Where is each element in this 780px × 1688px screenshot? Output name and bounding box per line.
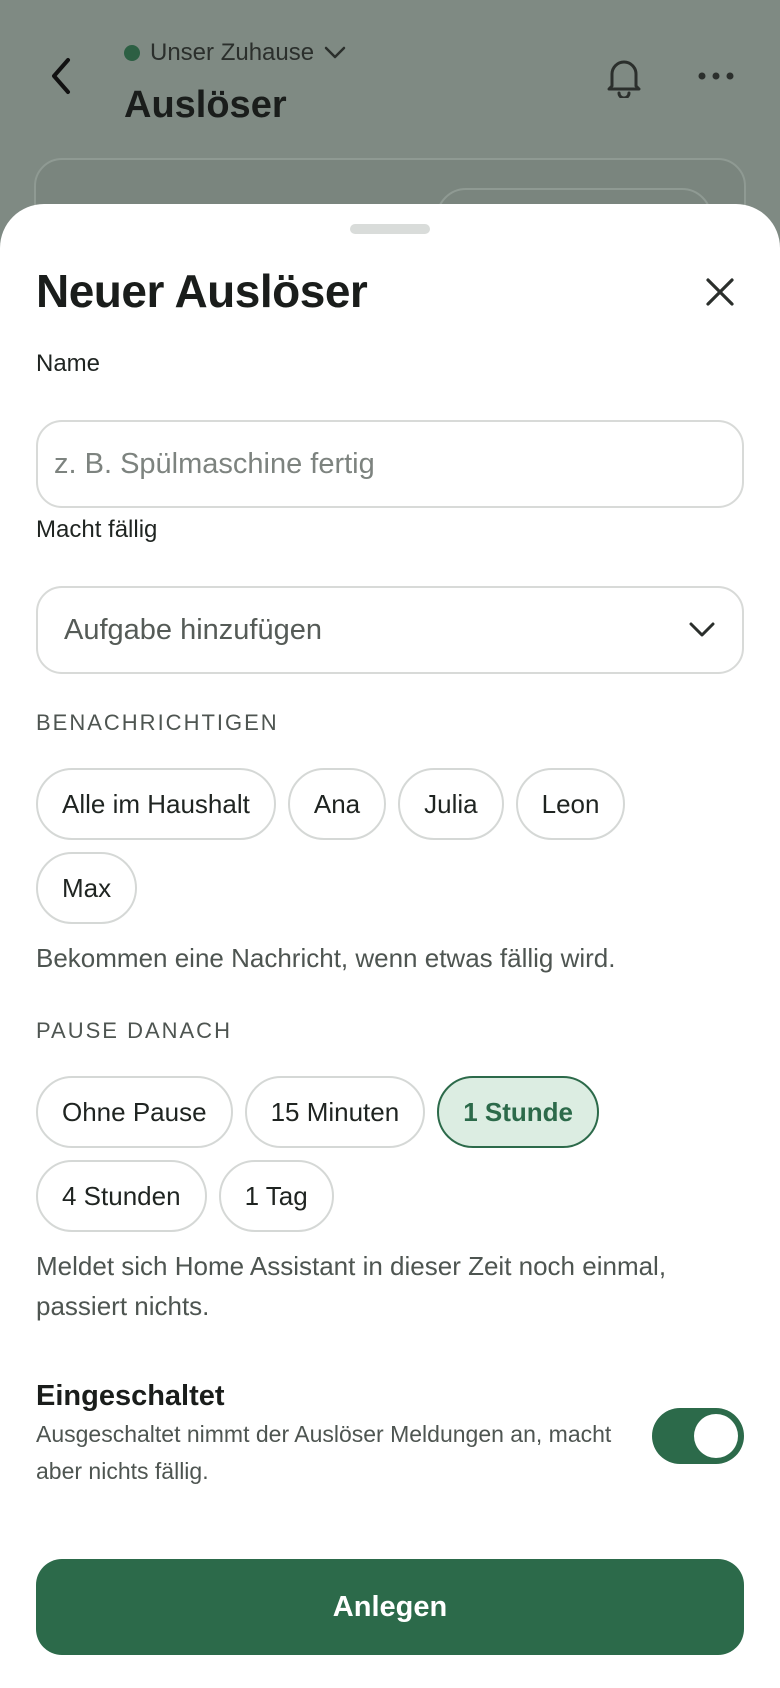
notify-chip-ana[interactable]: Ana [287,768,387,840]
bell-icon [604,56,644,100]
task-label: Macht fällig [36,516,158,543]
enabled-description: Ausgeschaltet nimmt der Auslöser Meldung… [36,1421,612,1484]
toggle-knob [694,1414,738,1458]
background-header: Unser Zuhause Auslöser [0,0,780,150]
task-select[interactable]: Aufgabe hinzufügen [36,586,744,674]
household-switcher: Unser Zuhause [124,38,346,68]
name-input-placeholder: z. B. Spülmaschine fertig [54,447,375,480]
back-chevron-icon [44,56,80,96]
pause-chip-4-hours[interactable]: 4 Stunden [36,1160,207,1232]
chevron-down-icon [324,46,346,59]
sheet-title: Neuer Auslöser [36,265,368,317]
pause-section-label: PAUSE DANACH [36,1018,232,1043]
close-icon [706,278,734,306]
pause-hint: Meldet sich Home Assistant in dieser Zei… [36,1251,667,1321]
notify-chip-julia[interactable]: Julia [398,768,504,840]
enabled-title: Eingeschaltet [36,1380,225,1412]
pause-chip-1-hour[interactable]: 1 Stunde [437,1076,600,1148]
name-label: Name [36,350,101,377]
pause-chip-1-day[interactable]: 1 Tag [218,1160,334,1232]
pause-chip-group: Ohne Pause 15 Minuten 1 Stunde 4 Stunden… [36,1076,756,1244]
create-button[interactable]: Anlegen [36,1559,744,1655]
close-button[interactable] [700,272,740,312]
name-input[interactable]: z. B. Spülmaschine fertig [36,420,744,508]
enabled-toggle[interactable] [652,1408,744,1464]
notify-chip-everyone[interactable]: Alle im Haushalt [36,768,276,840]
new-trigger-sheet: Neuer Auslöser Name z. B. Spülmaschine f… [0,204,780,1688]
status-dot-icon [124,45,140,61]
pause-chip-none[interactable]: Ohne Pause [36,1076,233,1148]
chevron-down-icon [689,622,715,637]
notify-chip-max[interactable]: Max [36,852,138,924]
more-horizontal-icon [696,66,736,86]
household-label: Unser Zuhause [150,39,315,66]
page-title: Auslöser [124,84,287,126]
notify-chip-leon[interactable]: Leon [515,768,626,840]
sheet-drag-handle[interactable] [350,224,430,234]
notify-chip-group: Alle im Haushalt Ana Julia Leon Max [36,768,756,936]
task-select-value: Aufgabe hinzufügen [64,613,322,646]
notify-section-label: BENACHRICHTIGEN [36,710,279,735]
pause-chip-15-minutes[interactable]: 15 Minuten [244,1076,426,1148]
notify-hint: Bekommen eine Nachricht, wenn etwas fäll… [36,943,616,973]
